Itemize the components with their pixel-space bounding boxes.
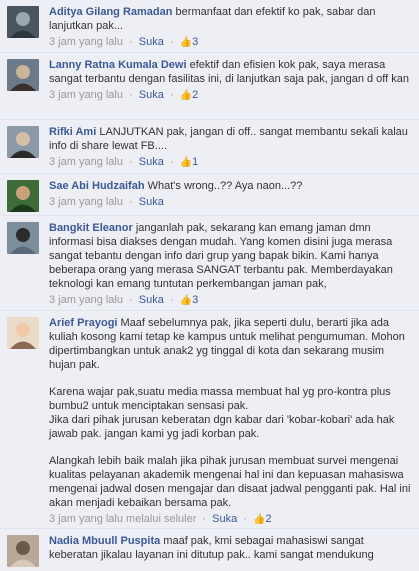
comment-body: Sae Abi Hudzaifah What's wrong..?? Aya n… bbox=[49, 179, 411, 209]
comment-author-link[interactable]: Arief Prayogi bbox=[49, 317, 117, 329]
avatar[interactable] bbox=[7, 222, 39, 254]
like-count[interactable]: 👍3 bbox=[180, 36, 199, 48]
comment-timestamp[interactable]: 3 jam yang lalu bbox=[49, 36, 123, 48]
like-count[interactable]: 👍3 bbox=[180, 294, 199, 306]
avatar-image bbox=[7, 535, 39, 567]
avatar-head bbox=[16, 186, 30, 200]
comment-item: Lanny Ratna Kumala Dewi efektif dan efis… bbox=[0, 53, 419, 120]
avatar-image bbox=[7, 126, 39, 158]
comment-meta: 3 jam yang lalu · Suka · 👍2 bbox=[49, 88, 411, 103]
meta-separator: · bbox=[129, 89, 133, 101]
meta-separator: · bbox=[129, 294, 133, 306]
like-link[interactable]: Suka bbox=[139, 196, 164, 208]
avatar[interactable] bbox=[7, 126, 39, 158]
meta-separator: · bbox=[169, 36, 174, 48]
comment-text: LANJUTKAN pak, jangan di off.. sangat me… bbox=[49, 126, 411, 152]
comment-body: Bangkit Eleanor janganlah pak, sekarang … bbox=[49, 221, 411, 308]
thumbs-up-icon: 👍 bbox=[253, 514, 266, 525]
comment-body: Nadia Mbuull Puspita maaf pak, kmi sebag… bbox=[49, 534, 411, 562]
comment-item: Aditya Gilang Ramadan bermanfaat dan efe… bbox=[0, 0, 419, 53]
avatar-image bbox=[7, 180, 39, 212]
comment-item: Nadia Mbuull Puspita maaf pak, kmi sebag… bbox=[0, 529, 419, 571]
comment-timestamp[interactable]: 3 jam yang lalu bbox=[49, 294, 123, 306]
avatar[interactable] bbox=[7, 6, 39, 38]
avatar-image bbox=[7, 59, 39, 91]
comment-feed: Aditya Gilang Ramadan bermanfaat dan efe… bbox=[0, 0, 419, 571]
comment-item: Rifki Ami LANJUTKAN pak, jangan di off..… bbox=[0, 120, 419, 174]
like-link[interactable]: Suka bbox=[139, 294, 164, 306]
thumbs-up-icon: 👍 bbox=[179, 295, 193, 306]
like-link[interactable]: Suka bbox=[139, 156, 164, 168]
comment-item: Bangkit Eleanor janganlah pak, sekarang … bbox=[0, 216, 419, 311]
like-count-value: 3 bbox=[192, 294, 199, 306]
thumbs-up-icon: 👍 bbox=[179, 37, 193, 48]
thumbs-up-icon: 👍 bbox=[179, 90, 193, 101]
comment-author-link[interactable]: Rifki Ami bbox=[49, 126, 96, 138]
comment-body: Aditya Gilang Ramadan bermanfaat dan efe… bbox=[49, 5, 411, 50]
avatar[interactable] bbox=[7, 317, 39, 349]
comment-meta: 3 jam yang lalu melalui seluler · Suka ·… bbox=[49, 512, 411, 527]
meta-separator: · bbox=[243, 513, 247, 525]
comment-paragraph: Karena wajar pak,suatu media massa membu… bbox=[49, 386, 395, 440]
like-link[interactable]: Suka bbox=[139, 89, 164, 101]
comment-item: Sae Abi Hudzaifah What's wrong..?? Aya n… bbox=[0, 174, 419, 216]
comment-author-link[interactable]: Lanny Ratna Kumala Dewi bbox=[49, 59, 187, 71]
comment-timestamp[interactable]: 3 jam yang lalu bbox=[49, 196, 123, 208]
avatar-image bbox=[7, 317, 39, 349]
like-link[interactable]: Suka bbox=[139, 36, 164, 48]
comment-author-link[interactable]: Aditya Gilang Ramadan bbox=[49, 6, 172, 18]
thumbs-up-icon: 👍 bbox=[179, 157, 193, 168]
avatar-head bbox=[16, 132, 30, 146]
comment-author-link[interactable]: Sae Abi Hudzaifah bbox=[49, 180, 145, 192]
meta-separator: · bbox=[169, 294, 174, 306]
like-count-value: 2 bbox=[192, 89, 199, 101]
meta-separator: · bbox=[129, 196, 133, 208]
like-count[interactable]: 👍1 bbox=[180, 156, 199, 168]
meta-separator: · bbox=[169, 89, 174, 101]
comment-meta: 3 jam yang lalu · Suka · 👍3 bbox=[49, 35, 411, 50]
comment-author-link[interactable]: Nadia Mbuull Puspita bbox=[49, 535, 160, 547]
like-count[interactable]: 👍2 bbox=[253, 513, 272, 525]
comment-paragraph: Alangkah lebih baik malah jika pihak jur… bbox=[49, 455, 414, 509]
avatar[interactable] bbox=[7, 59, 39, 91]
like-count-value: 3 bbox=[192, 36, 199, 48]
like-count[interactable]: 👍2 bbox=[180, 89, 199, 101]
avatar-image bbox=[7, 222, 39, 254]
meta-separator: · bbox=[129, 36, 133, 48]
like-count-value: 2 bbox=[265, 513, 272, 525]
like-link[interactable]: Suka bbox=[212, 513, 237, 525]
comment-timestamp[interactable]: 3 jam yang lalu bbox=[49, 156, 123, 168]
meta-separator: · bbox=[129, 156, 133, 168]
comment-timestamp[interactable]: 3 jam yang lalu melalui seluler bbox=[49, 513, 196, 525]
comment-meta: 3 jam yang lalu · Suka · 👍1 bbox=[49, 155, 411, 170]
comment-timestamp[interactable]: 3 jam yang lalu bbox=[49, 89, 123, 101]
avatar-head bbox=[16, 65, 30, 79]
avatar[interactable] bbox=[7, 180, 39, 212]
comment-body: Rifki Ami LANJUTKAN pak, jangan di off..… bbox=[49, 125, 411, 170]
avatar-head bbox=[16, 541, 30, 555]
avatar[interactable] bbox=[7, 535, 39, 567]
comment-item: Arief Prayogi Maaf sebelumnya pak, jika … bbox=[0, 311, 419, 529]
avatar-image bbox=[7, 6, 39, 38]
avatar-head bbox=[16, 228, 30, 242]
comment-body: Arief Prayogi Maaf sebelumnya pak, jika … bbox=[49, 316, 411, 527]
comment-meta: 3 jam yang lalu · Suka bbox=[49, 195, 411, 209]
comment-body: Lanny Ratna Kumala Dewi efektif dan efis… bbox=[49, 58, 411, 103]
comment-meta: 3 jam yang lalu · Suka · 👍3 bbox=[49, 293, 411, 308]
like-count-value: 1 bbox=[192, 156, 199, 168]
avatar-head bbox=[16, 323, 30, 337]
avatar-head bbox=[16, 12, 30, 26]
comment-text: What's wrong..?? Aya naon...?? bbox=[147, 180, 303, 192]
comment-author-link[interactable]: Bangkit Eleanor bbox=[49, 222, 133, 234]
meta-separator: · bbox=[169, 156, 174, 168]
meta-separator: · bbox=[202, 513, 207, 525]
